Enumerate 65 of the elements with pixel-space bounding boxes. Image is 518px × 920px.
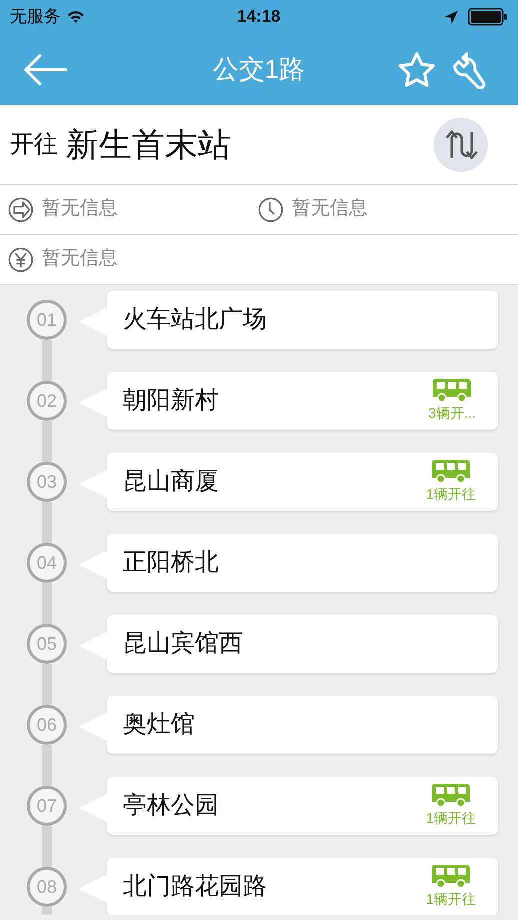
favorite-button[interactable]: [398, 50, 436, 88]
battery-icon: [468, 8, 508, 26]
bus-count-text: 1辆开往: [426, 890, 476, 908]
back-arrow-icon: [24, 54, 68, 86]
stop-card[interactable]: 北门路花园路 1辆开往: [107, 858, 498, 915]
carrier-text: 无服务: [10, 6, 61, 28]
card-pointer-icon: [79, 308, 107, 336]
wifi-icon: [67, 10, 85, 24]
bus-icon: [433, 378, 472, 402]
timeline-segment: [42, 664, 52, 705]
swap-direction-icon: [444, 130, 478, 160]
bus-count-text: 1辆开往: [426, 484, 476, 504]
timeline-segment: [42, 340, 52, 381]
info-text: 暂无信息: [42, 197, 118, 222]
card-pointer-icon: [79, 713, 107, 741]
card-pointer-icon: [79, 875, 107, 903]
card-pointer-icon: [79, 794, 107, 822]
yuan-icon: [8, 246, 34, 272]
timeline-segment: [42, 745, 52, 786]
stop-number: 04: [27, 543, 67, 583]
status-time: 14:18: [237, 6, 281, 28]
stop-name: 北门路花园路: [123, 872, 267, 902]
stop-card[interactable]: 昆山宾馆西: [107, 615, 498, 673]
stop-card[interactable]: 正阳桥北: [107, 534, 498, 592]
stop-number: 02: [27, 381, 67, 421]
info-text: 暂无信息: [42, 247, 118, 272]
clock-icon: [258, 196, 284, 222]
stop-number: 06: [27, 705, 67, 745]
timeline-segment: [42, 583, 52, 624]
page-title: 公交1路: [212, 53, 306, 86]
destination-name: 新生首末站: [66, 124, 231, 165]
stop-card[interactable]: 亭林公园 1辆开往: [107, 777, 498, 835]
stop-name: 正阳桥北: [123, 548, 219, 578]
stop-card[interactable]: 朝阳新村 3辆开...: [107, 372, 498, 430]
star-icon: [398, 52, 436, 88]
timeline-segment: [42, 421, 52, 462]
stop-card[interactable]: 火车站北广场: [107, 291, 498, 349]
stop-number: 08: [27, 867, 67, 907]
bus-icon: [432, 460, 470, 484]
stop-number: 05: [27, 624, 67, 664]
stop-name: 昆山商厦: [123, 467, 219, 497]
stop-name: 奥灶馆: [123, 710, 195, 740]
stop-number: 03: [27, 462, 67, 502]
stop-number: 07: [27, 786, 67, 826]
direction-label: 开往: [10, 130, 58, 160]
bus-count-text: 1辆开往: [426, 808, 476, 828]
info-text: 暂无信息: [292, 197, 368, 222]
stop-name: 昆山宾馆西: [123, 629, 243, 659]
stop-name: 朝阳新村: [123, 386, 219, 416]
card-pointer-icon: [79, 389, 107, 417]
stop-card[interactable]: 奥灶馆: [107, 696, 498, 754]
bus-count-text: 3辆开...: [428, 404, 476, 422]
bus-icon: [432, 784, 470, 808]
location-arrow-icon: [445, 10, 458, 24]
stop-card[interactable]: 昆山商厦 1辆开往: [107, 453, 498, 511]
timeline-segment: [42, 826, 52, 867]
card-pointer-icon: [79, 632, 107, 660]
card-pointer-icon: [79, 470, 107, 498]
timeline-segment: [42, 502, 52, 543]
stop-name: 亭林公园: [123, 791, 219, 821]
card-pointer-icon: [79, 551, 107, 579]
route-sign-icon: [8, 196, 34, 222]
bus-icon: [432, 864, 470, 888]
stop-number: 01: [27, 300, 67, 340]
stop-name: 火车站北广场: [123, 305, 267, 335]
